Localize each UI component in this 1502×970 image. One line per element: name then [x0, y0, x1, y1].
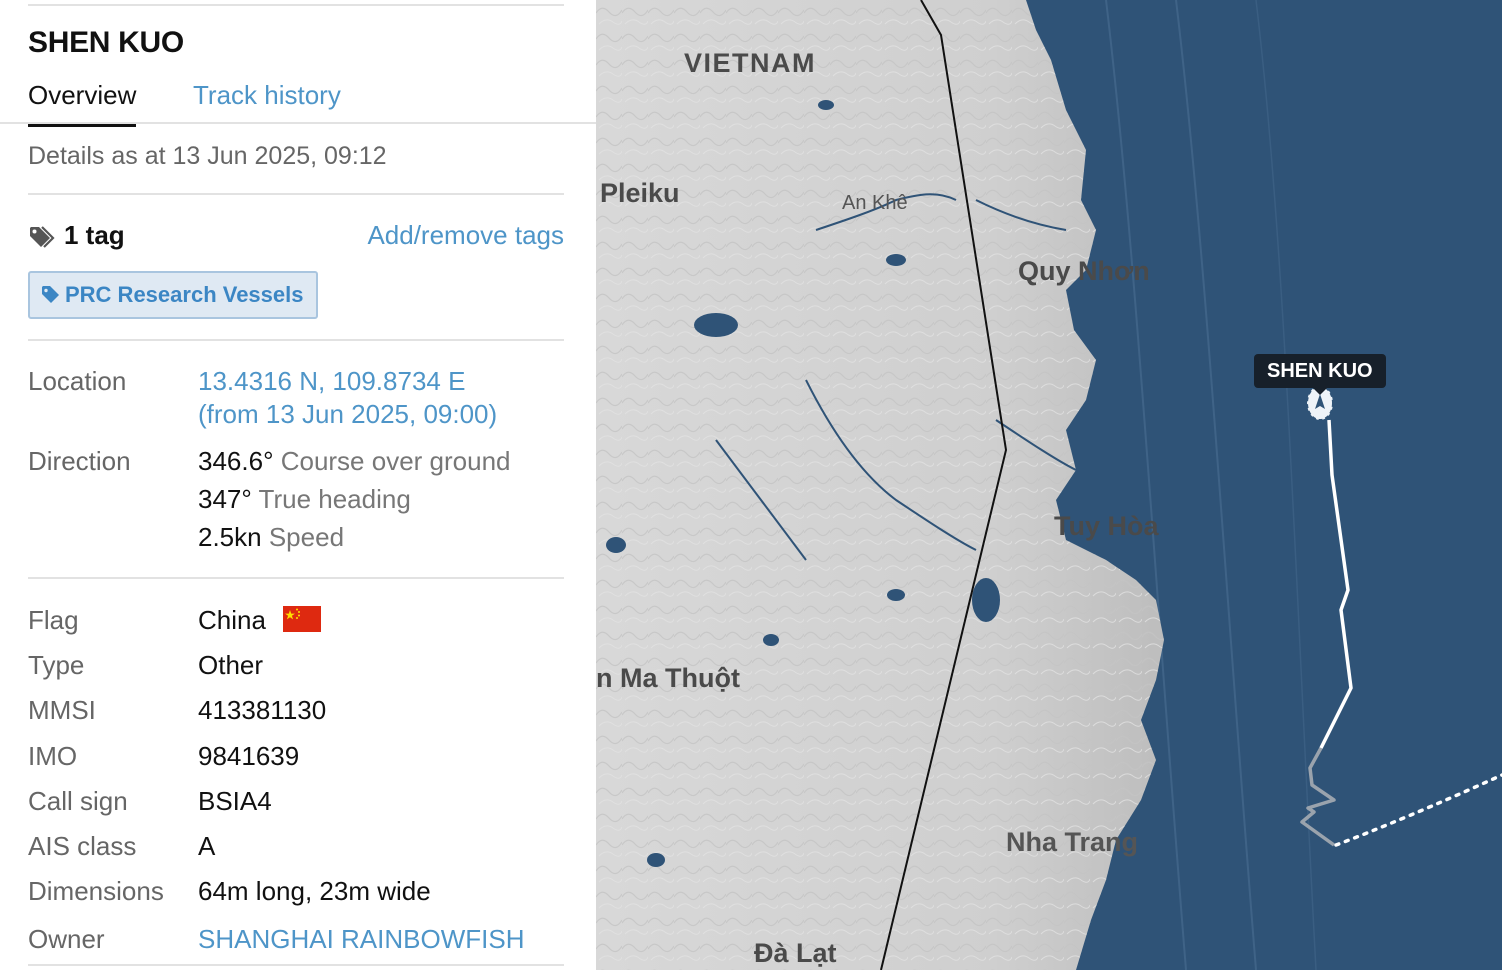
- flag-row: China: [198, 605, 322, 636]
- map-label-an-khe: An Khê: [842, 192, 908, 214]
- heading-label: True heading: [258, 484, 411, 514]
- course-over-ground: 346.6° Course over ground: [198, 446, 511, 477]
- mmsi-value: 413381130: [198, 695, 327, 725]
- flag-label: Flag: [28, 605, 79, 635]
- speed-value: 2.5kn: [198, 522, 262, 552]
- location-timestamp-link[interactable]: (from 13 Jun 2025, 09:00): [198, 399, 497, 430]
- ais-class-value: A: [198, 831, 216, 861]
- dimensions-value: 64m long, 23m wide: [198, 876, 431, 906]
- course-value: 346.6°: [198, 446, 274, 476]
- type-value: Other: [198, 650, 264, 680]
- callsign-value: BSIA4: [198, 786, 272, 816]
- vessel-name-callout[interactable]: SHEN KUO: [1254, 354, 1386, 395]
- location-coordinates-link[interactable]: 13.4316 N, 109.8734 E: [198, 366, 465, 397]
- divider: [28, 577, 564, 579]
- dimensions-label: Dimensions: [28, 876, 164, 906]
- map-label-buon-ma-thuot: n Ma Thuột: [596, 663, 740, 693]
- tag-chip[interactable]: PRC Research Vessels: [28, 271, 318, 319]
- speed: 2.5kn Speed: [198, 522, 344, 553]
- ais-class-label: AIS class: [28, 831, 137, 861]
- tab-bar: Overview Track history: [0, 76, 596, 127]
- tag-icon: [42, 286, 59, 303]
- location-label: Location: [28, 366, 127, 396]
- owner-link[interactable]: SHANGHAI RAINBOWFISH: [198, 924, 524, 955]
- owner-label: Owner: [28, 924, 105, 954]
- tab-overview[interactable]: Overview: [28, 80, 137, 127]
- divider: [28, 193, 564, 195]
- mmsi-label: MMSI: [28, 695, 96, 725]
- tab-track-history[interactable]: Track history: [193, 80, 341, 111]
- tag-count: 1 tag: [64, 220, 125, 250]
- divider: [28, 964, 564, 966]
- true-heading: 347° True heading: [198, 484, 411, 515]
- direction-label: Direction: [28, 446, 131, 476]
- divider: [28, 339, 564, 341]
- top-divider: [28, 4, 564, 6]
- imo-label: IMO: [28, 741, 78, 771]
- map-label-da-lat: Đà Lạt: [754, 938, 837, 968]
- map-label-vietnam: VIETNAM: [684, 48, 816, 78]
- callsign-label: Call sign: [28, 786, 128, 816]
- speed-label: Speed: [268, 522, 345, 552]
- map-label-pleiku: Pleiku: [600, 178, 680, 208]
- vessel-details-panel: SHEN KUO Overview Track history Details …: [0, 0, 596, 970]
- map-label-quy-nhon: Quy Nhơn: [1018, 256, 1150, 286]
- course-label: Course over ground: [280, 446, 511, 476]
- type-label: Type: [28, 650, 85, 680]
- tags-row: 1 tag Add/remove tags: [28, 218, 564, 258]
- tag-chip-label: PRC Research Vessels: [65, 282, 304, 307]
- map-label-tuy-hoa: Tuy Hòa: [1054, 511, 1159, 541]
- vessel-name-title: SHEN KUO: [28, 26, 184, 59]
- imo-value: 9841639: [198, 741, 300, 771]
- map-canvas[interactable]: [596, 0, 1502, 970]
- china-flag-icon: [283, 606, 322, 633]
- map-view[interactable]: VIETNAM Pleiku An Khê Quy Nhơn Tuy Hòa n…: [596, 0, 1502, 970]
- tags-icon: [30, 226, 55, 248]
- details-timestamp: Details as at 13 Jun 2025, 09:12: [28, 142, 387, 170]
- flag-value: China: [198, 605, 266, 635]
- heading-value: 347°: [198, 484, 252, 514]
- add-remove-tags-link[interactable]: Add/remove tags: [367, 220, 564, 251]
- map-label-nha-trang: Nha Trang: [1006, 827, 1139, 857]
